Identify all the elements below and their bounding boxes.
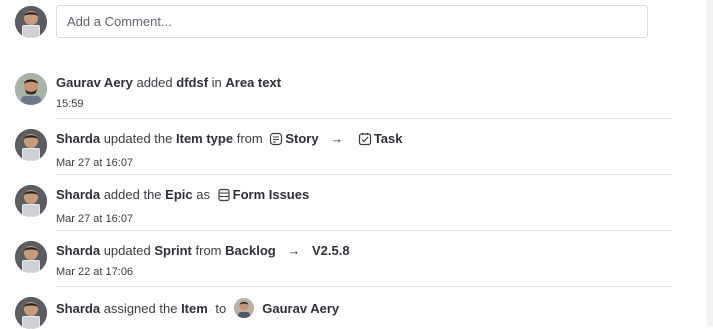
assignee-name[interactable]: Gaurav Aery	[262, 301, 339, 316]
activity-field: Sprint	[154, 243, 192, 258]
activity-user[interactable]: Sharda	[56, 131, 100, 146]
divider	[56, 174, 672, 175]
assignee-avatar	[234, 298, 255, 318]
activity-timestamp: Mar 27 at 16:07	[56, 157, 134, 169]
activity-verb: updated	[103, 243, 151, 258]
activity-verb: updated the	[103, 131, 173, 146]
activity-user[interactable]: Sharda	[56, 243, 100, 258]
activity-item: Sharda added the Epic as Form Issues Mar…	[56, 186, 672, 226]
arrow-icon: →	[330, 131, 344, 146]
avatar	[15, 241, 47, 273]
story-icon	[269, 132, 283, 151]
to-value: Task	[373, 131, 403, 146]
activity-item: Sharda assigned the Item to Gaurav Aery	[56, 298, 672, 318]
activity-preposition: as	[196, 187, 210, 202]
comment-input[interactable]	[56, 5, 648, 38]
activity-field: Item	[181, 301, 208, 316]
to-value: V2.5.8	[311, 243, 350, 258]
activity-field: Epic	[165, 187, 193, 202]
activity-timestamp: Mar 22 at 17:06	[56, 266, 134, 278]
task-icon	[358, 132, 372, 151]
current-user-avatar	[15, 6, 47, 38]
activity-timestamp: Mar 27 at 16:07	[56, 213, 134, 225]
activity-verb: assigned the	[103, 301, 178, 316]
divider	[56, 118, 672, 119]
avatar	[15, 129, 47, 161]
avatar	[15, 73, 47, 105]
activity-item: Sharda updated Sprint from Backlog → V2.…	[56, 242, 672, 279]
activity-user[interactable]: Gaurav Aery	[56, 75, 133, 90]
activity-timestamp: 15:59	[56, 98, 84, 110]
divider	[56, 230, 672, 231]
activity-preposition: in	[211, 75, 222, 90]
avatar	[15, 185, 47, 217]
activity-field: Item type	[176, 131, 234, 146]
activity-value: dfdsf	[176, 75, 209, 90]
activity-preposition: from	[195, 243, 222, 258]
avatar	[15, 297, 47, 329]
from-value: Story	[285, 131, 319, 146]
activity-item: Gaurav Aery added dfdsf in Area text 15:…	[56, 74, 672, 111]
epic-value[interactable]: Form Issues	[233, 187, 310, 202]
activity-item: Sharda updated the Item type from Story …	[56, 130, 672, 170]
activity-preposition: to	[215, 301, 227, 316]
from-value: Backlog	[225, 243, 276, 258]
divider	[56, 286, 672, 287]
activity-user[interactable]: Sharda	[56, 187, 100, 202]
scrollbar[interactable]	[707, 0, 713, 326]
activity-verb: added the	[103, 187, 162, 202]
activity-field: Area text	[225, 75, 282, 90]
epic-icon	[217, 188, 231, 207]
arrow-icon: →	[287, 243, 301, 258]
activity-verb: added	[136, 75, 173, 90]
activity-preposition: from	[236, 131, 263, 146]
activity-user[interactable]: Sharda	[56, 301, 100, 316]
